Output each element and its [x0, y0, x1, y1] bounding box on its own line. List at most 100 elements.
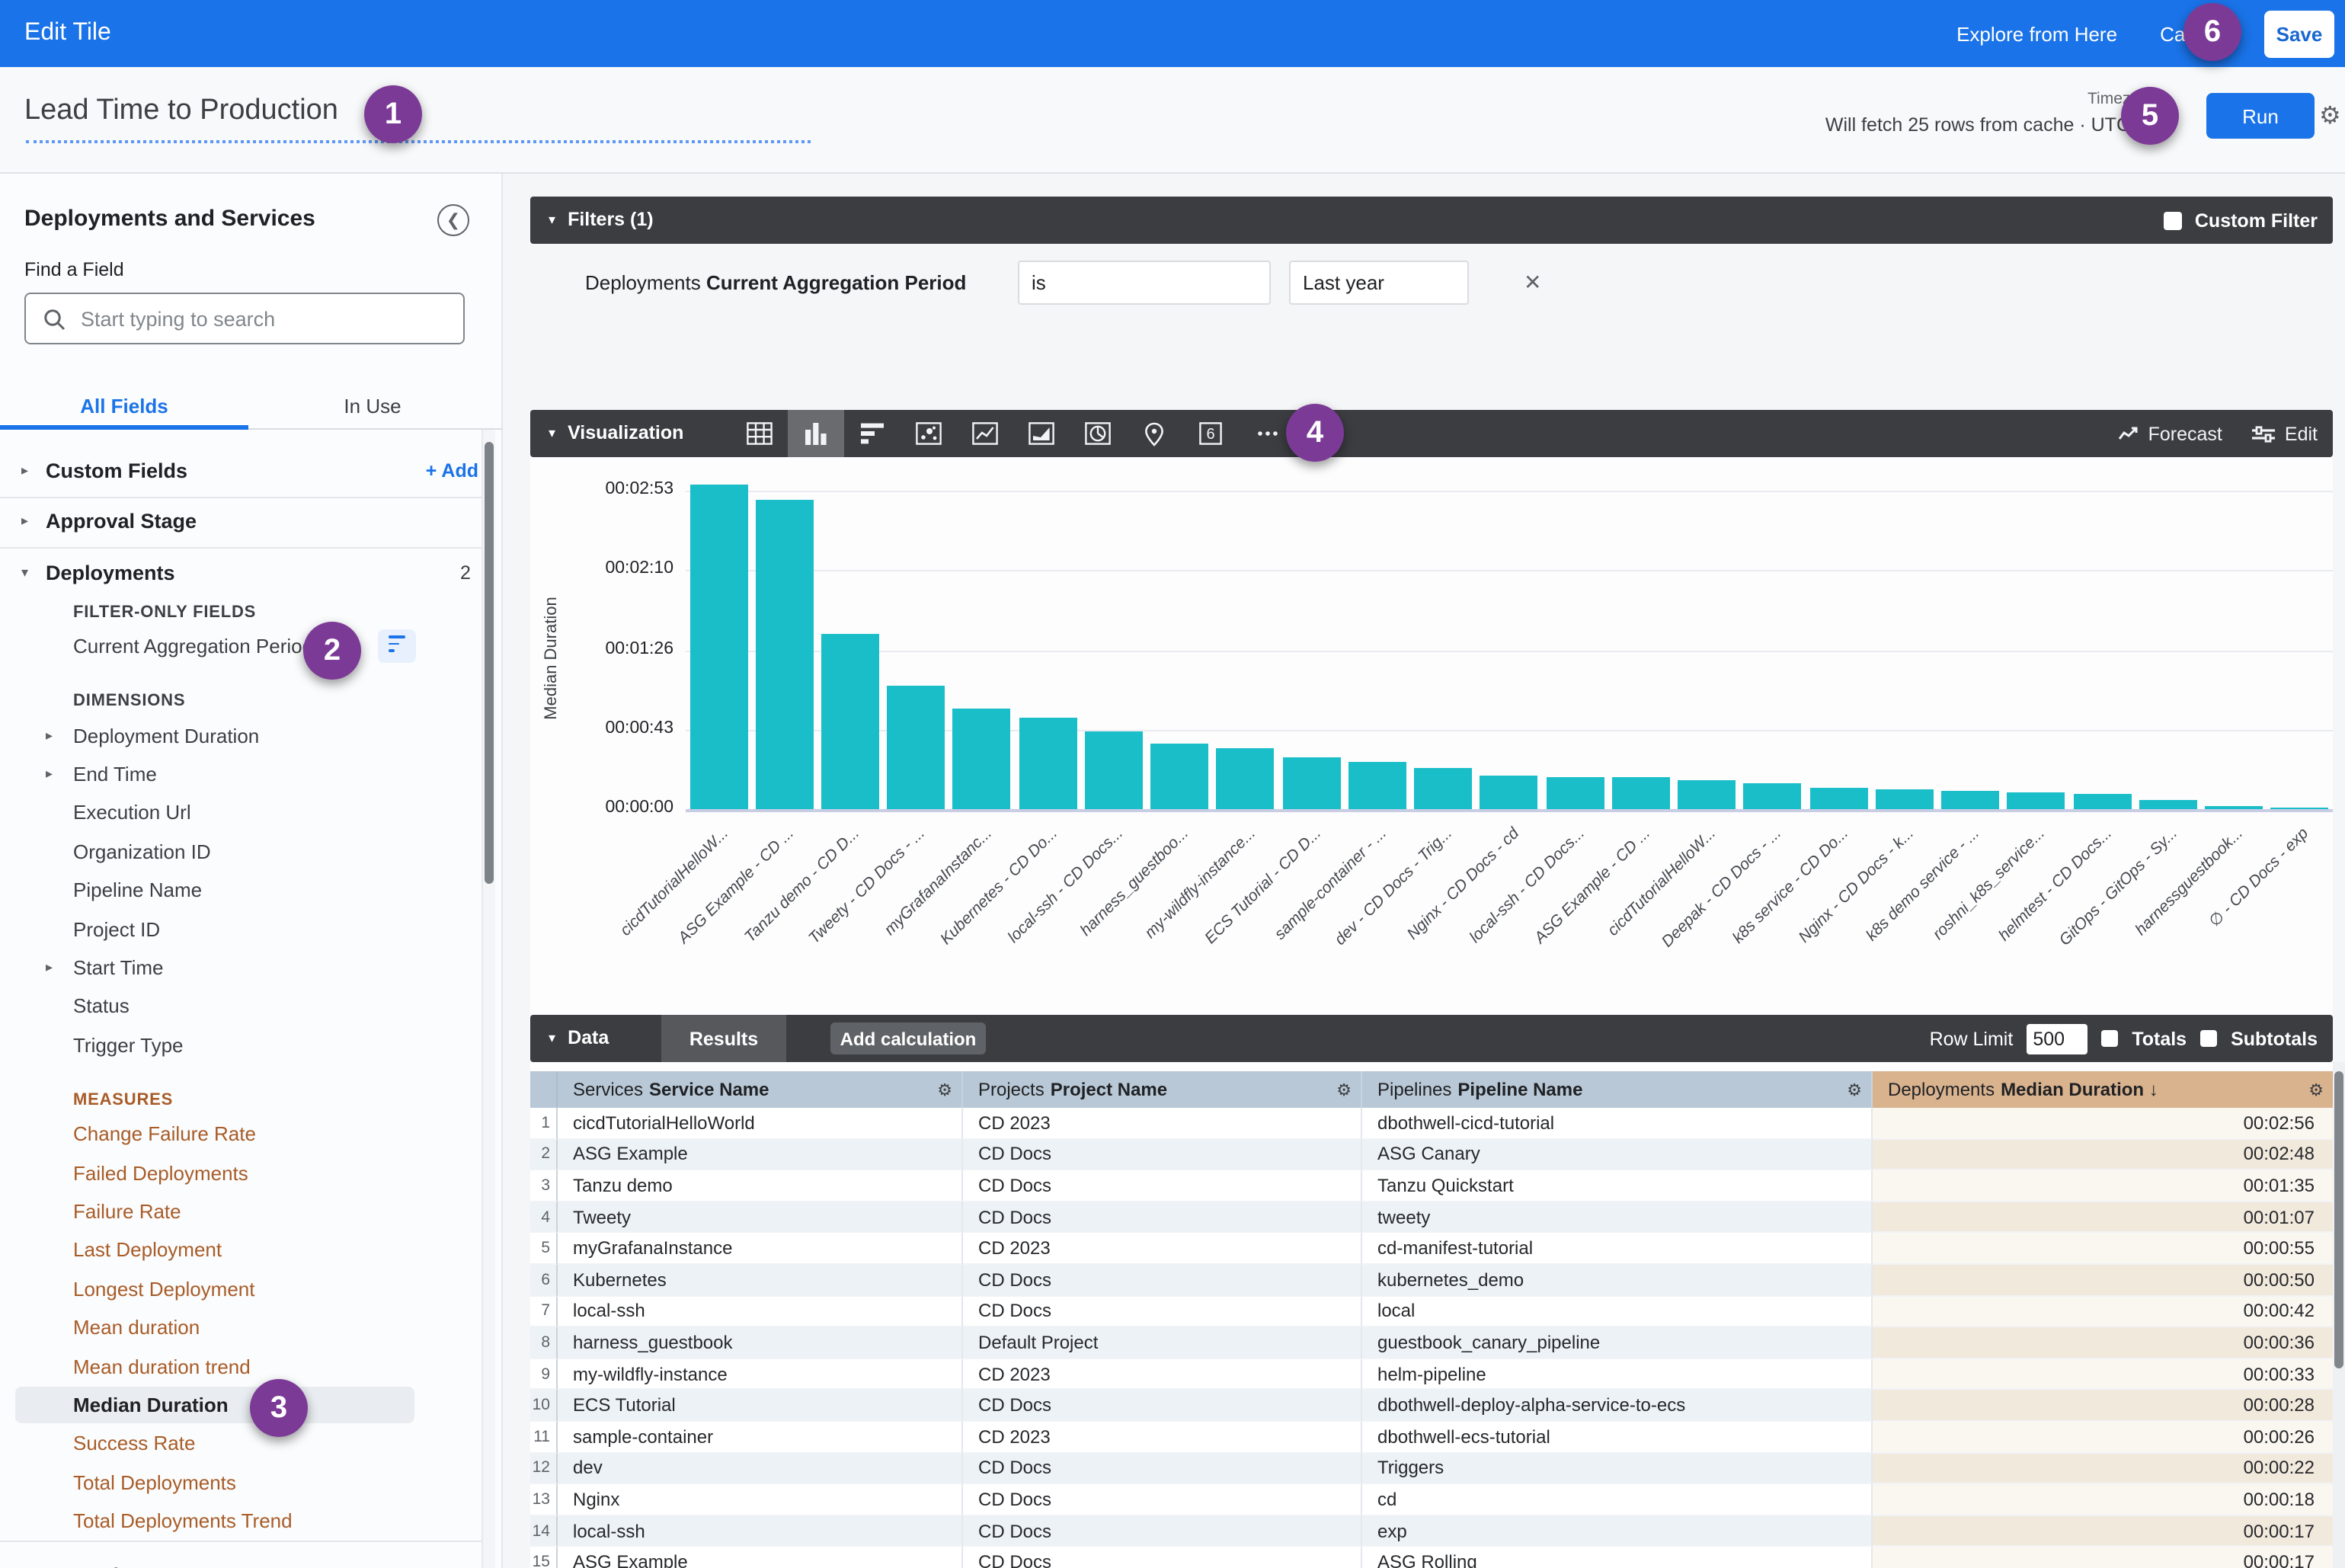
sidebar-item-total-deployments-trend[interactable]: Total Deployments Trend	[0, 1502, 485, 1541]
cell-pipeline-name[interactable]: dbothwell-deploy-alpha-service-to-ecs	[1362, 1390, 1873, 1422]
cell-service-name[interactable]: cicdTutorialHelloWorld	[558, 1108, 963, 1139]
cell-service-name[interactable]: myGrafanaInstance	[558, 1234, 963, 1265]
column-viz-icon[interactable]	[788, 410, 844, 457]
area-viz-icon[interactable]	[1013, 410, 1070, 457]
chart-bar[interactable]	[1348, 761, 1406, 809]
cell-pipeline-name[interactable]: ASG Canary	[1362, 1139, 1873, 1170]
cell-median-duration[interactable]: 00:00:28	[1873, 1390, 2333, 1422]
sidebar-item-total-deployments[interactable]: Total Deployments	[0, 1463, 485, 1502]
filter-value-input[interactable]	[1289, 261, 1469, 305]
field-search-input[interactable]	[81, 294, 454, 343]
column-gear-icon[interactable]: ⚙	[2308, 1080, 2324, 1099]
sidebar-item-deployment-duration[interactable]: ▸Deployment Duration	[0, 716, 485, 755]
sidebar-item-trigger-type[interactable]: Trigger Type	[0, 1026, 485, 1064]
chart-bar[interactable]	[2007, 792, 2065, 809]
remove-filter-icon[interactable]: ✕	[1524, 261, 1541, 305]
tile-title[interactable]: Lead Time to Production	[24, 94, 338, 128]
chart-bar[interactable]	[689, 485, 747, 809]
cell-pipeline-name[interactable]: tweety	[1362, 1202, 1873, 1234]
add-custom-field-button[interactable]: + Add	[426, 460, 478, 482]
bar-viz-icon[interactable]	[844, 410, 901, 457]
chart-bar[interactable]	[1678, 779, 1736, 809]
column-header-project-name[interactable]: ProjectsProject Name⚙	[963, 1071, 1362, 1108]
chart-bar[interactable]	[1150, 743, 1208, 809]
sidebar-item-custom-fields[interactable]: ▸Custom Fields+ Add	[0, 445, 485, 496]
chart-bar[interactable]	[821, 634, 879, 809]
column-header-pipeline-name[interactable]: PipelinesPipeline Name⚙	[1362, 1071, 1873, 1108]
chevron-right-icon[interactable]: ▸	[46, 766, 53, 782]
results-tab[interactable]: Results	[661, 1015, 786, 1062]
table-viz-icon[interactable]	[731, 410, 788, 457]
sidebar-scrollbar[interactable]	[481, 430, 495, 1568]
cell-project-name[interactable]: CD Docs	[963, 1515, 1362, 1547]
explore-from-here-button[interactable]: Explore from Here	[1956, 22, 2117, 45]
pie-viz-icon[interactable]	[1070, 410, 1126, 457]
cell-project-name[interactable]: CD 2023	[963, 1108, 1362, 1139]
cell-project-name[interactable]: CD 2023	[963, 1422, 1362, 1453]
chart-bar[interactable]	[2205, 805, 2263, 809]
single-value-viz-icon[interactable]: 6	[1182, 410, 1239, 457]
chart-bar[interactable]	[1282, 757, 1340, 809]
chart-bar[interactable]	[1744, 783, 1802, 809]
cell-project-name[interactable]: CD Docs	[963, 1139, 1362, 1170]
chart-bar[interactable]	[2271, 808, 2329, 809]
filter-icon[interactable]	[378, 629, 416, 663]
table-scrollbar[interactable]	[2333, 1062, 2345, 1568]
cell-project-name[interactable]: CD Docs	[963, 1296, 1362, 1327]
sidebar-scrollbar-thumb[interactable]	[485, 442, 494, 884]
sidebar-item-approval-stage[interactable]: ▸Approval Stage	[0, 496, 485, 547]
cell-median-duration[interactable]: 00:00:42	[1873, 1296, 2333, 1327]
cell-project-name[interactable]: CD Docs	[963, 1484, 1362, 1515]
cell-pipeline-name[interactable]: dbothwell-ecs-tutorial	[1362, 1422, 1873, 1453]
cell-project-name[interactable]: CD Docs	[963, 1265, 1362, 1296]
cell-project-name[interactable]: CD Docs	[963, 1547, 1362, 1568]
sidebar-item-median-duration[interactable]: Median Duration	[0, 1386, 485, 1425]
sidebar-item-organization-id[interactable]: Organization ID	[0, 832, 485, 871]
cell-median-duration[interactable]: 00:00:50	[1873, 1265, 2333, 1296]
filters-bar-title[interactable]: ▾Filters (1)	[549, 197, 654, 245]
column-header-median-duration[interactable]: DeploymentsMedian Duration ↓⚙	[1873, 1071, 2333, 1108]
chart-bar[interactable]	[887, 686, 945, 809]
cell-pipeline-name[interactable]: local	[1362, 1296, 1873, 1327]
chart-bar[interactable]	[2073, 795, 2131, 809]
sidebar-item-execution-tags[interactable]: ▸Execution Tags	[0, 1550, 485, 1568]
table-scrollbar-thumb[interactable]	[2334, 1071, 2343, 1368]
cell-median-duration[interactable]: 00:00:22	[1873, 1453, 2333, 1484]
cell-median-duration[interactable]: 00:00:36	[1873, 1327, 2333, 1358]
cell-median-duration[interactable]: 00:01:35	[1873, 1170, 2333, 1202]
chevron-down-icon[interactable]: ▾	[21, 565, 28, 581]
sidebar-item-project-id[interactable]: Project ID	[0, 910, 485, 949]
cell-project-name[interactable]: CD Docs	[963, 1170, 1362, 1202]
cell-pipeline-name[interactable]: Triggers	[1362, 1453, 1873, 1484]
settings-gear-icon[interactable]: ⚙	[2319, 101, 2341, 131]
save-button[interactable]: Save	[2264, 10, 2334, 57]
scatter-viz-icon[interactable]	[901, 410, 957, 457]
line-viz-icon[interactable]	[957, 410, 1013, 457]
chart-bar[interactable]	[1546, 778, 1604, 809]
sidebar-item-mean-duration-trend[interactable]: Mean duration trend	[0, 1347, 485, 1386]
chart-bar[interactable]	[1414, 769, 1472, 809]
cell-service-name[interactable]: sample-container	[558, 1422, 963, 1453]
sidebar-item-status[interactable]: Status	[0, 987, 485, 1026]
visualization-bar-title[interactable]: ▾Visualization	[549, 410, 683, 459]
cell-service-name[interactable]: Nginx	[558, 1484, 963, 1515]
cell-median-duration[interactable]: 00:01:07	[1873, 1202, 2333, 1234]
column-gear-icon[interactable]: ⚙	[937, 1080, 952, 1099]
cell-median-duration[interactable]: 00:00:17	[1873, 1547, 2333, 1568]
cell-service-name[interactable]: ASG Example	[558, 1547, 963, 1568]
tab-in-use[interactable]: In Use	[248, 387, 497, 427]
chart-bar[interactable]	[1941, 791, 1999, 809]
sidebar-item-execution-url[interactable]: Execution Url	[0, 793, 485, 832]
chart-bar[interactable]	[1217, 748, 1275, 809]
cell-service-name[interactable]: ASG Example	[558, 1139, 963, 1170]
run-button[interactable]: Run	[2206, 93, 2315, 139]
chevron-right-icon[interactable]: ▸	[46, 959, 53, 976]
subtotals-checkbox[interactable]	[2200, 1030, 2217, 1047]
chart-bar[interactable]	[1612, 778, 1670, 809]
cell-pipeline-name[interactable]: kubernetes_demo	[1362, 1265, 1873, 1296]
cell-median-duration[interactable]: 00:00:26	[1873, 1422, 2333, 1453]
collapse-visualization-icon[interactable]: ▾	[549, 425, 555, 440]
chevron-right-icon[interactable]: ▸	[46, 727, 53, 744]
cell-pipeline-name[interactable]: helm-pipeline	[1362, 1359, 1873, 1390]
cell-project-name[interactable]: CD Docs	[963, 1202, 1362, 1234]
